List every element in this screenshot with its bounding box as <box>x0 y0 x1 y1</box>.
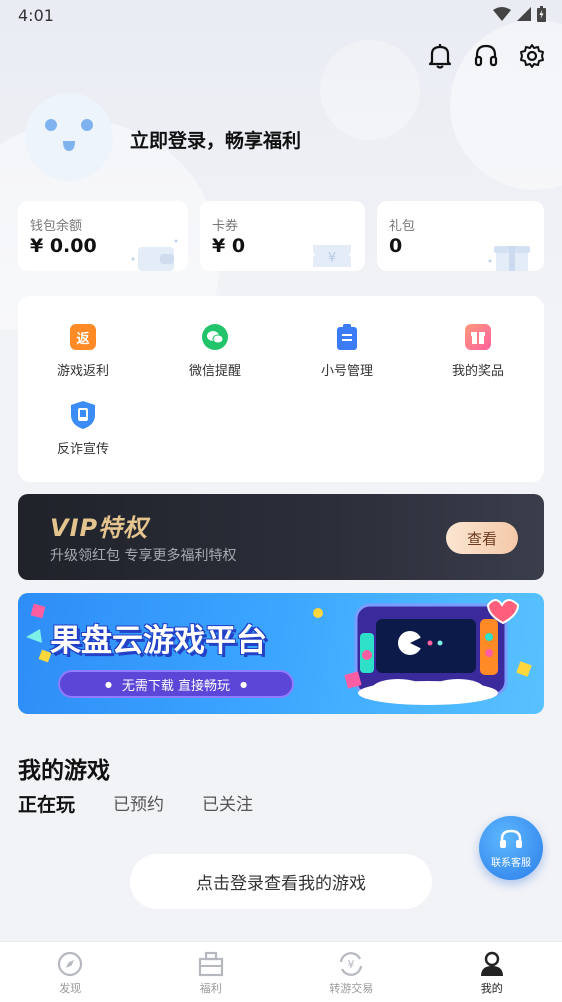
wallet-icon <box>131 239 178 271</box>
dot-icon: ● <box>240 679 248 689</box>
headset-icon[interactable] <box>472 42 500 70</box>
feature-alt-account[interactable]: 小号管理 <box>287 324 407 379</box>
welfare-icon <box>198 951 223 977</box>
status-icons <box>493 6 546 22</box>
svg-text:¥: ¥ <box>328 251 336 266</box>
wifi-icon <box>493 7 511 21</box>
exchange-icon: ¥ <box>340 952 363 976</box>
header-actions <box>426 42 546 70</box>
coupon-card[interactable]: 卡券 ¥ 0 ¥ <box>200 201 365 271</box>
feature-label: 我的奖品 <box>451 364 504 379</box>
svg-text:¥: ¥ <box>348 958 355 971</box>
battery-icon <box>537 6 546 22</box>
contact-support-label: 联系客服 <box>491 857 531 869</box>
wechat-icon <box>202 324 228 350</box>
feature-label: 反诈宣传 <box>56 442 109 457</box>
nav-trade[interactable]: ¥ 转游交易 <box>281 942 422 1002</box>
nav-welfare[interactable]: 福利 <box>141 942 282 1002</box>
feature-panel: 返 游戏返利 微信提醒 小号管理 我的奖品 反诈宣传 <box>18 296 544 482</box>
nav-mine[interactable]: 我的 <box>422 942 562 1002</box>
login-view-games-button[interactable]: 点击登录查看我的游戏 <box>130 854 432 909</box>
feature-label: 小号管理 <box>320 364 373 379</box>
nav-discover[interactable]: 发现 <box>0 942 141 1002</box>
cloud-gaming-banner[interactable]: 果盘云游戏平台 ● 无需下载 直接畅玩 ● <box>18 593 544 714</box>
nav-label: 转游交易 <box>329 982 374 995</box>
gift-pack-card[interactable]: 礼包 0 <box>377 201 544 271</box>
wallet-balance-label: 钱包余额 <box>30 219 83 234</box>
login-prompt[interactable]: 立即登录，畅享福利 <box>130 126 301 153</box>
compass-icon <box>58 951 83 977</box>
signal-icon <box>517 7 531 21</box>
ticket-icon: ¥ <box>313 245 351 267</box>
feature-label: 游戏返利 <box>56 364 109 379</box>
feature-label: 微信提醒 <box>188 364 241 379</box>
feature-my-prizes[interactable]: 我的奖品 <box>418 324 538 379</box>
headset-icon <box>500 829 522 848</box>
feature-game-rebate[interactable]: 返 游戏返利 <box>23 324 143 379</box>
rebate-icon: 返 <box>70 324 96 350</box>
gift-pack-value: 0 <box>389 235 403 257</box>
gift-pack-label: 礼包 <box>389 219 416 234</box>
status-time: 4:01 <box>18 6 54 25</box>
coupon-label: 卡券 <box>212 219 239 234</box>
nav-label: 我的 <box>480 982 503 995</box>
coupon-value: ¥ 0 <box>212 235 246 257</box>
gift-box-icon <box>488 246 530 271</box>
feature-anti-fraud[interactable]: 反诈宣传 <box>23 401 143 457</box>
wallet-balance-card[interactable]: 钱包余额 ¥ 0.00 <box>18 201 188 271</box>
dot-icon: ● <box>104 679 112 689</box>
shield-icon <box>70 401 96 429</box>
user-icon <box>480 951 503 976</box>
avatar[interactable] <box>25 93 113 181</box>
my-games-title: 我的游戏 <box>18 758 110 784</box>
wallet-balance-value: ¥ 0.00 <box>30 235 97 257</box>
vip-subtitle: 升级领红包 专享更多福利特权 <box>50 548 237 564</box>
status-bar: 4:01 <box>0 0 562 32</box>
clipboard-icon <box>334 324 360 350</box>
gift-icon <box>465 324 491 350</box>
nav-label: 发现 <box>59 982 82 995</box>
feature-wechat-reminder[interactable]: 微信提醒 <box>155 324 275 379</box>
promo-title: 果盘云游戏平台 <box>50 623 267 659</box>
promo-pill-text: 无需下载 直接畅玩 <box>121 678 231 694</box>
tab-playing[interactable]: 正在玩 <box>18 790 75 817</box>
tab-reserved[interactable]: 已预约 <box>113 790 164 817</box>
bell-icon[interactable] <box>426 42 454 70</box>
bottom-nav: 发现 福利 ¥ 转游交易 我的 <box>0 941 562 1002</box>
nav-label: 福利 <box>199 982 222 995</box>
promo-pill: ● 无需下载 直接畅玩 ● <box>58 670 294 698</box>
contact-support-button[interactable]: 联系客服 <box>479 816 543 880</box>
vip-banner[interactable]: VIP特权 升级领红包 专享更多福利特权 查看 <box>18 494 544 580</box>
gear-icon[interactable] <box>518 42 546 70</box>
vip-title: VIP特权 <box>50 514 149 542</box>
vip-view-button[interactable]: 查看 <box>446 522 518 554</box>
tab-followed[interactable]: 已关注 <box>202 790 253 817</box>
game-tabs: 正在玩 已预约 已关注 <box>18 790 291 817</box>
avatar-face-icon <box>45 119 93 151</box>
